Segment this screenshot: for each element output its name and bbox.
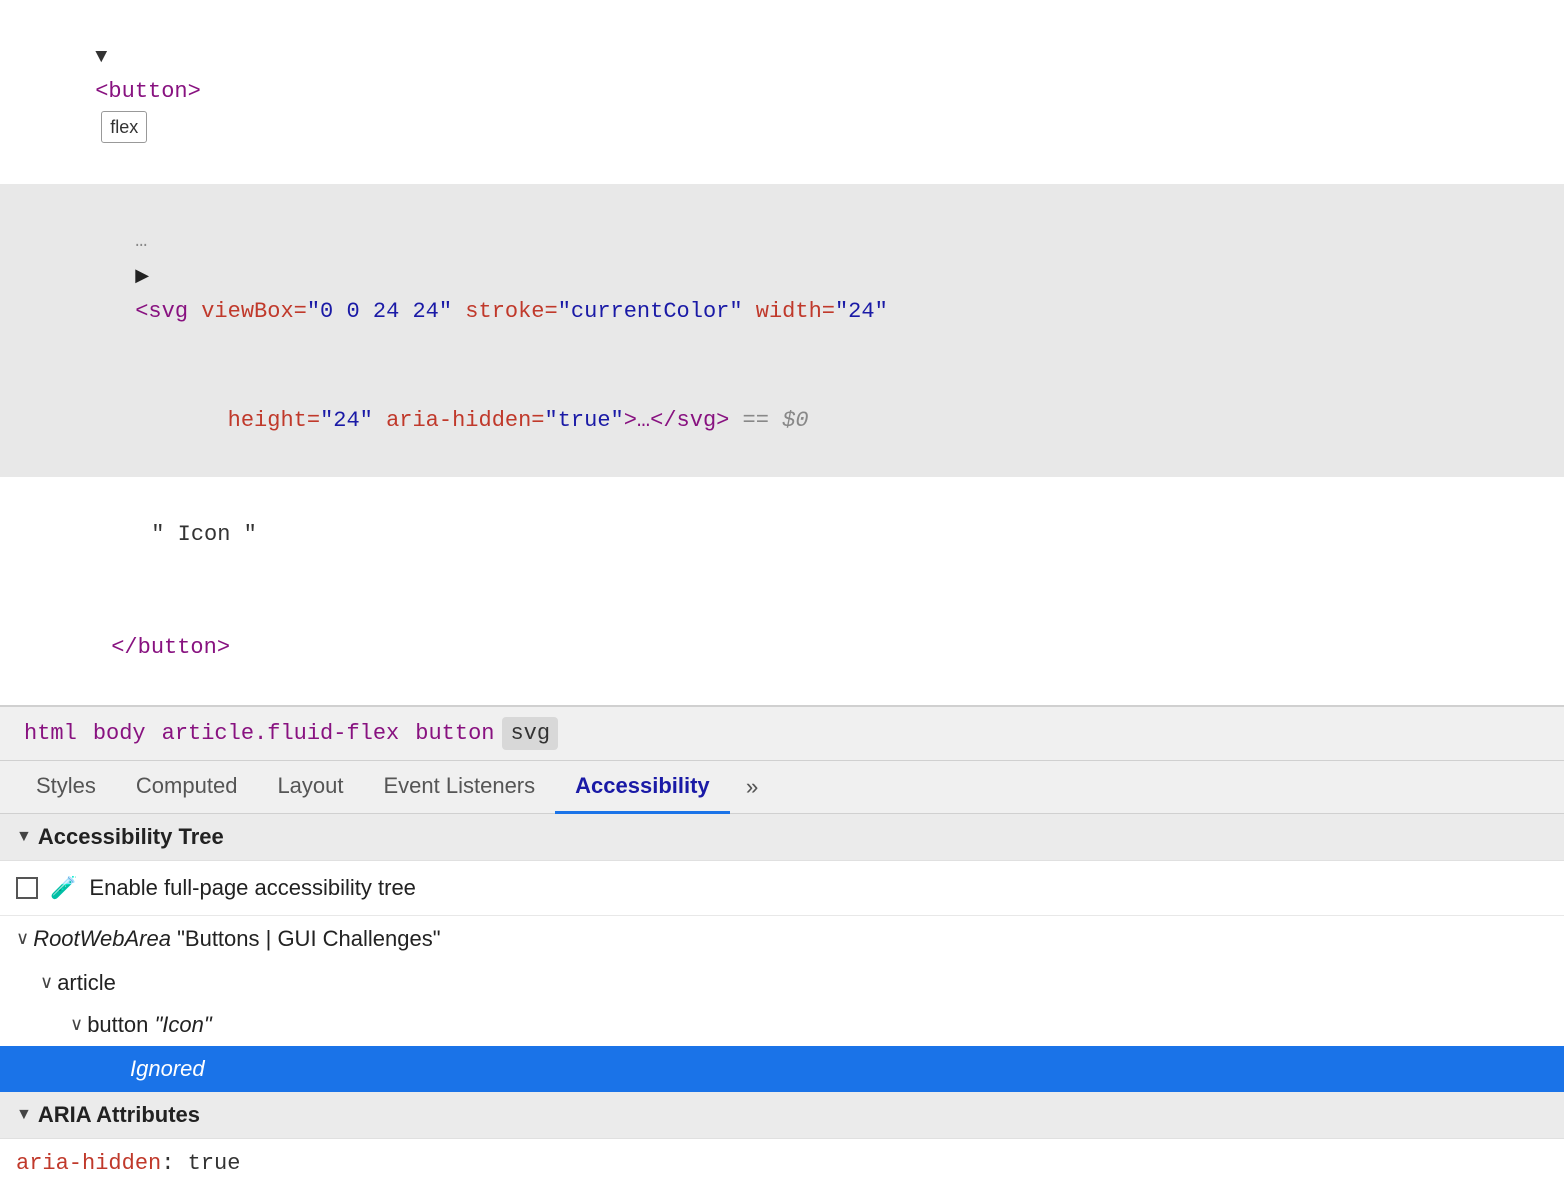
dom-svg-open-tag: <svg [135,299,201,324]
dom-line-icon-text: " Icon " [0,477,1564,591]
breadcrumb-button[interactable]: button [407,717,502,750]
dom-inspector: ▼ <button> flex … ▶ <svg viewBox="0 0 24… [0,0,1564,706]
aria-hidden-colon: : [161,1151,187,1176]
tree-ignored-row[interactable]: Ignored [0,1046,1564,1092]
aria-hidden-row: aria-hidden: true [0,1139,1564,1188]
aria-section-triangle-icon: ▼ [16,1106,32,1124]
dom-attr-height: height= [228,408,320,433]
tab-event-listeners[interactable]: Event Listeners [364,761,556,814]
tree-root-web-area[interactable]: ∨ RootWebArea "Buttons | GUI Challenges" [0,916,1564,962]
dom-attr-aria-hidden-val: "true" [545,408,624,433]
section-triangle-icon: ▼ [16,828,32,846]
dom-attr-stroke-val: "currentColor" [558,299,743,324]
dom-line-button[interactable]: ▼ <button> flex [0,0,1564,184]
devtools-panel: ▼ <button> flex … ▶ <svg viewBox="0 0 24… [0,0,1564,1188]
tab-layout[interactable]: Layout [257,761,363,814]
accessibility-flask-icon: 🧪 [50,875,77,901]
dom-tag-button-close: </button> [111,635,230,660]
dom-attr-aria-hidden: aria-hidden= [386,408,544,433]
dom-svg-close: >…</svg> [624,408,730,433]
dom-attr-stroke: stroke= [465,299,557,324]
breadcrumb-html[interactable]: html [16,717,85,750]
tree-chevron-article: ∨ [40,972,53,993]
tab-more-button[interactable]: » [730,764,775,813]
main-content: ▼ Accessibility Tree 🧪 Enable full-page … [0,814,1564,1188]
tab-accessibility[interactable]: Accessibility [555,761,730,814]
flex-badge: flex [101,111,147,144]
dom-attr-viewbox-val: "0 0 24 24" [307,299,452,324]
enable-accessibility-checkbox[interactable] [16,877,38,899]
tab-computed[interactable]: Computed [116,761,258,814]
dom-attr-viewbox: viewBox= [201,299,307,324]
tree-button[interactable]: ∨ button "Icon" [0,1004,1564,1046]
tree-root-label: RootWebArea [33,926,171,952]
dom-tag-button-open: <button> [95,79,201,104]
triangle-down-icon: ▼ [95,46,107,69]
accessibility-tree-header[interactable]: ▼ Accessibility Tree [0,814,1564,860]
dom-attr-width-val: "24" [835,299,888,324]
tree-chevron-button: ∨ [70,1014,83,1035]
aria-hidden-key: aria-hidden [16,1151,161,1176]
breadcrumb-article[interactable]: article.fluid-flex [154,717,408,750]
breadcrumb-body[interactable]: body [85,717,154,750]
tree-article-label: article [57,970,116,996]
dom-line-button-close: </button> [0,591,1564,705]
aria-attributes-title: ARIA Attributes [38,1102,200,1128]
tabs-bar: Styles Computed Layout Event Listeners A… [0,761,1564,814]
tree-button-value: "Icon" [154,1012,211,1038]
tree-root-value: "Buttons | GUI Challenges" [177,926,440,952]
tab-styles[interactable]: Styles [16,761,116,814]
enable-accessibility-label: Enable full-page accessibility tree [89,875,416,901]
ellipsis-icon: … [135,226,147,258]
dom-line-svg[interactable]: … ▶ <svg viewBox="0 0 24 24" stroke="cur… [0,184,1564,368]
tree-button-label: button [87,1012,148,1038]
dom-attr-height-val: "24" [320,408,373,433]
tree-chevron-root: ∨ [16,928,29,949]
dom-line-svg-cont: height="24" aria-hidden="true">…</svg> =… [0,368,1564,478]
aria-hidden-value: true [188,1151,241,1176]
accessibility-tree-title: Accessibility Tree [38,824,224,850]
aria-attributes-header[interactable]: ▼ ARIA Attributes [0,1092,1564,1138]
tree-article[interactable]: ∨ article [0,962,1564,1004]
breadcrumb-svg[interactable]: svg [502,717,558,750]
tree-ignored-label: Ignored [130,1056,205,1081]
dom-attr-width: width= [756,299,835,324]
icon-text-node: " Icon " [151,522,257,547]
enable-accessibility-row[interactable]: 🧪 Enable full-page accessibility tree [0,861,1564,916]
breadcrumb-bar: html body article.fluid-flex button svg [0,706,1564,761]
triangle-right-icon: ▶ [135,263,149,292]
